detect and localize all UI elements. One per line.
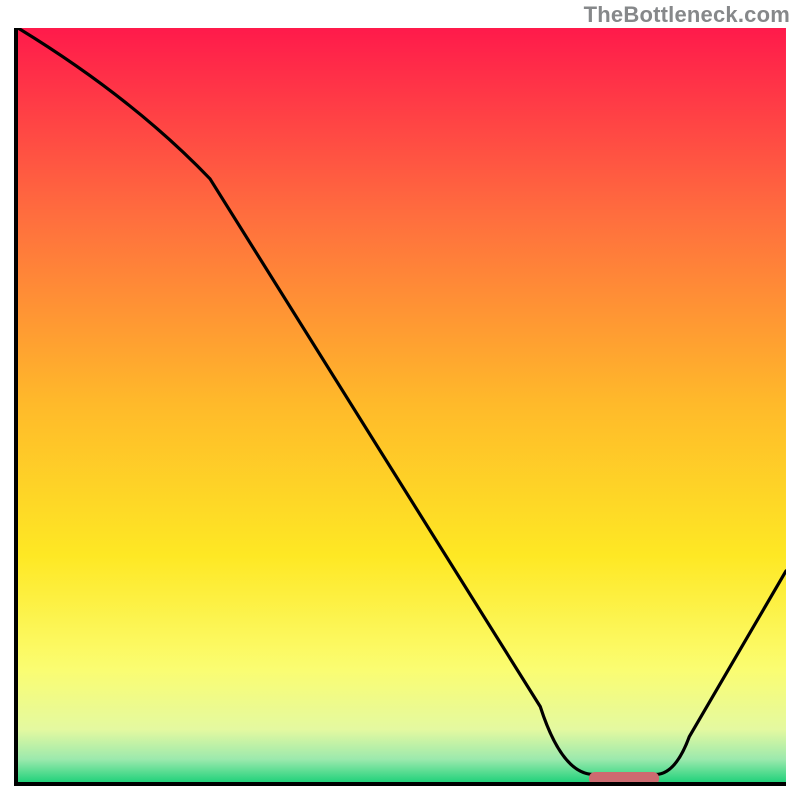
plot-area xyxy=(14,28,786,786)
watermark-text: TheBottleneck.com xyxy=(584,2,790,28)
optimal-range-marker xyxy=(589,772,659,785)
gradient-background xyxy=(18,28,786,782)
bottleneck-chart: TheBottleneck.com xyxy=(0,0,800,800)
